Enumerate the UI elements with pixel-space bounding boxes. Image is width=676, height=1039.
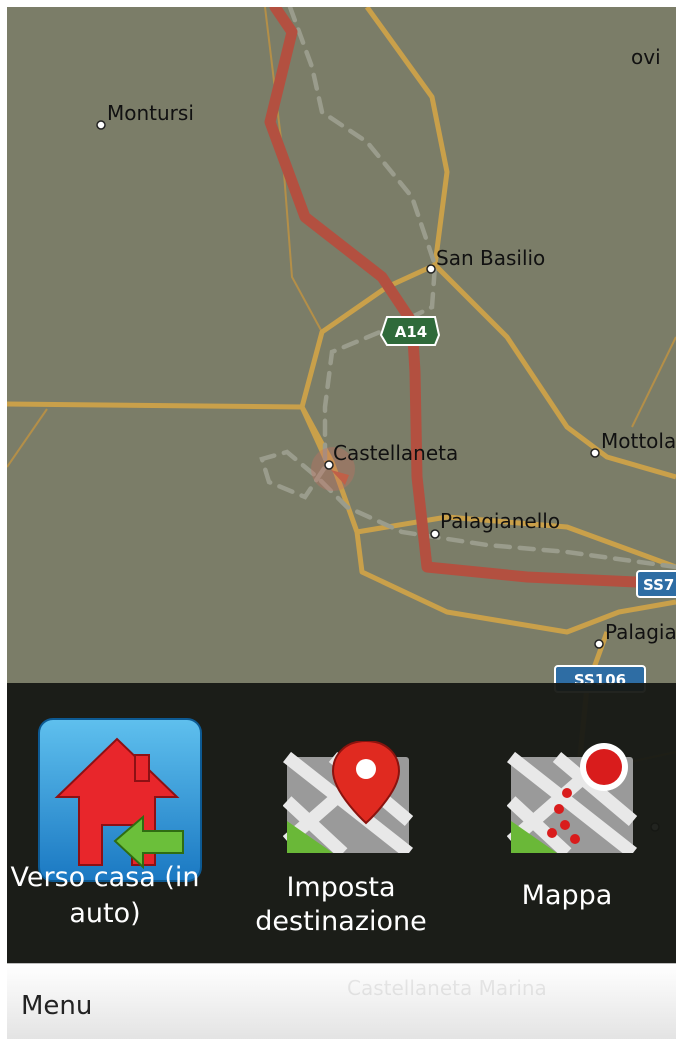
town-label-partial: ovi <box>631 45 661 69</box>
map-label: Mappa <box>521 880 613 911</box>
quick-actions-panel: Verso casa (in auto) Imposta destinazion… <box>7 683 676 963</box>
town-label-castellaneta: Castellaneta <box>333 441 458 465</box>
town-label-san-basilio: San Basilio <box>436 246 545 270</box>
town-dot-castellaneta <box>324 460 334 470</box>
home-label-line2: auto) <box>69 898 141 929</box>
town-label-mottola: Mottola <box>601 429 676 453</box>
town-dot-mottola <box>590 448 600 458</box>
menu-bar: Castellaneta Marina Menu <box>7 963 676 1039</box>
map-route-icon <box>507 743 637 853</box>
destination-label-line2: destinazione <box>255 906 427 937</box>
map-button[interactable]: Mappa <box>467 683 667 963</box>
a14-shield: A14 <box>379 316 441 346</box>
town-label-palagiano: Palagia <box>605 620 676 644</box>
town-dot-palagiano <box>594 639 604 649</box>
svg-text:SS7: SS7 <box>643 576 674 594</box>
set-destination-button[interactable]: Imposta destinazione <box>241 683 441 963</box>
home-label-line1: Verso casa (in <box>10 862 200 893</box>
town-label-palagianello: Palagianello <box>440 509 560 533</box>
town-dot-montursi <box>96 120 106 130</box>
menu-button[interactable]: Menu <box>21 991 92 1021</box>
town-label-montursi: Montursi <box>107 101 194 125</box>
ss7-shield: SS7 <box>636 570 676 598</box>
town-dot-palagianello <box>430 529 440 539</box>
svg-text:A14: A14 <box>395 323 427 341</box>
map-ghost-label: Castellaneta Marina <box>347 976 547 1000</box>
map-pin-icon <box>283 741 413 853</box>
home-arrow-icon <box>38 718 202 882</box>
home-button[interactable]: Verso casa (in auto) <box>7 683 205 963</box>
town-dot-san-basilio <box>426 264 436 274</box>
screen: Montursi San Basilio Castellaneta Palagi… <box>7 7 676 1039</box>
destination-label-line1: Imposta <box>286 872 396 903</box>
